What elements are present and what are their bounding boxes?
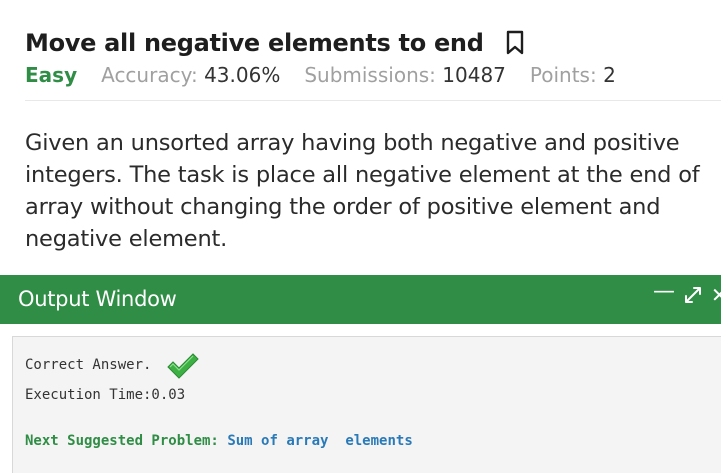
accuracy-label: Accuracy: xyxy=(101,63,198,87)
execution-time: Execution Time:0.03 xyxy=(25,387,186,403)
minimize-icon[interactable]: — xyxy=(653,279,675,304)
close-icon[interactable]: ✕ xyxy=(711,283,721,307)
submissions-value: 10487 xyxy=(442,63,506,87)
next-problem-link[interactable]: Sum of array elements xyxy=(227,433,412,449)
result-text: Correct Answer. xyxy=(25,357,152,373)
submissions-label: Submissions: xyxy=(304,63,436,87)
output-window-body: Correct Answer. Execution Time:0.03 Next… xyxy=(12,336,721,473)
output-window-title: Output Window xyxy=(18,287,177,311)
next-suggested-problem: Next Suggested Problem: Sum of array ele… xyxy=(25,433,413,449)
checkmark-icon xyxy=(165,351,199,381)
accuracy-value: 43.06% xyxy=(204,63,281,87)
points-label: Points: xyxy=(529,63,597,87)
expand-icon[interactable] xyxy=(683,285,705,307)
title-row: Move all negative elements to end xyxy=(25,26,721,60)
problem-header: Move all negative elements to end Easy A… xyxy=(25,26,721,90)
submissions-stat: Submissions: 10487 xyxy=(304,63,506,87)
problem-title: Move all negative elements to end xyxy=(25,29,484,57)
points-stat: Points: 2 xyxy=(530,63,616,87)
header-divider xyxy=(25,100,721,101)
difficulty-badge: Easy xyxy=(25,63,78,87)
accuracy-stat: Accuracy: 43.06% xyxy=(101,63,280,87)
bookmark-icon[interactable] xyxy=(504,30,526,56)
next-problem-label: Next Suggested Problem: xyxy=(25,433,219,449)
problem-meta: Easy Accuracy: 43.06% Submissions: 10487… xyxy=(25,60,721,90)
problem-description: Given an unsorted array having both nega… xyxy=(25,130,700,252)
points-value: 2 xyxy=(603,63,616,87)
output-window-header: Output Window — ✕ xyxy=(0,275,721,324)
